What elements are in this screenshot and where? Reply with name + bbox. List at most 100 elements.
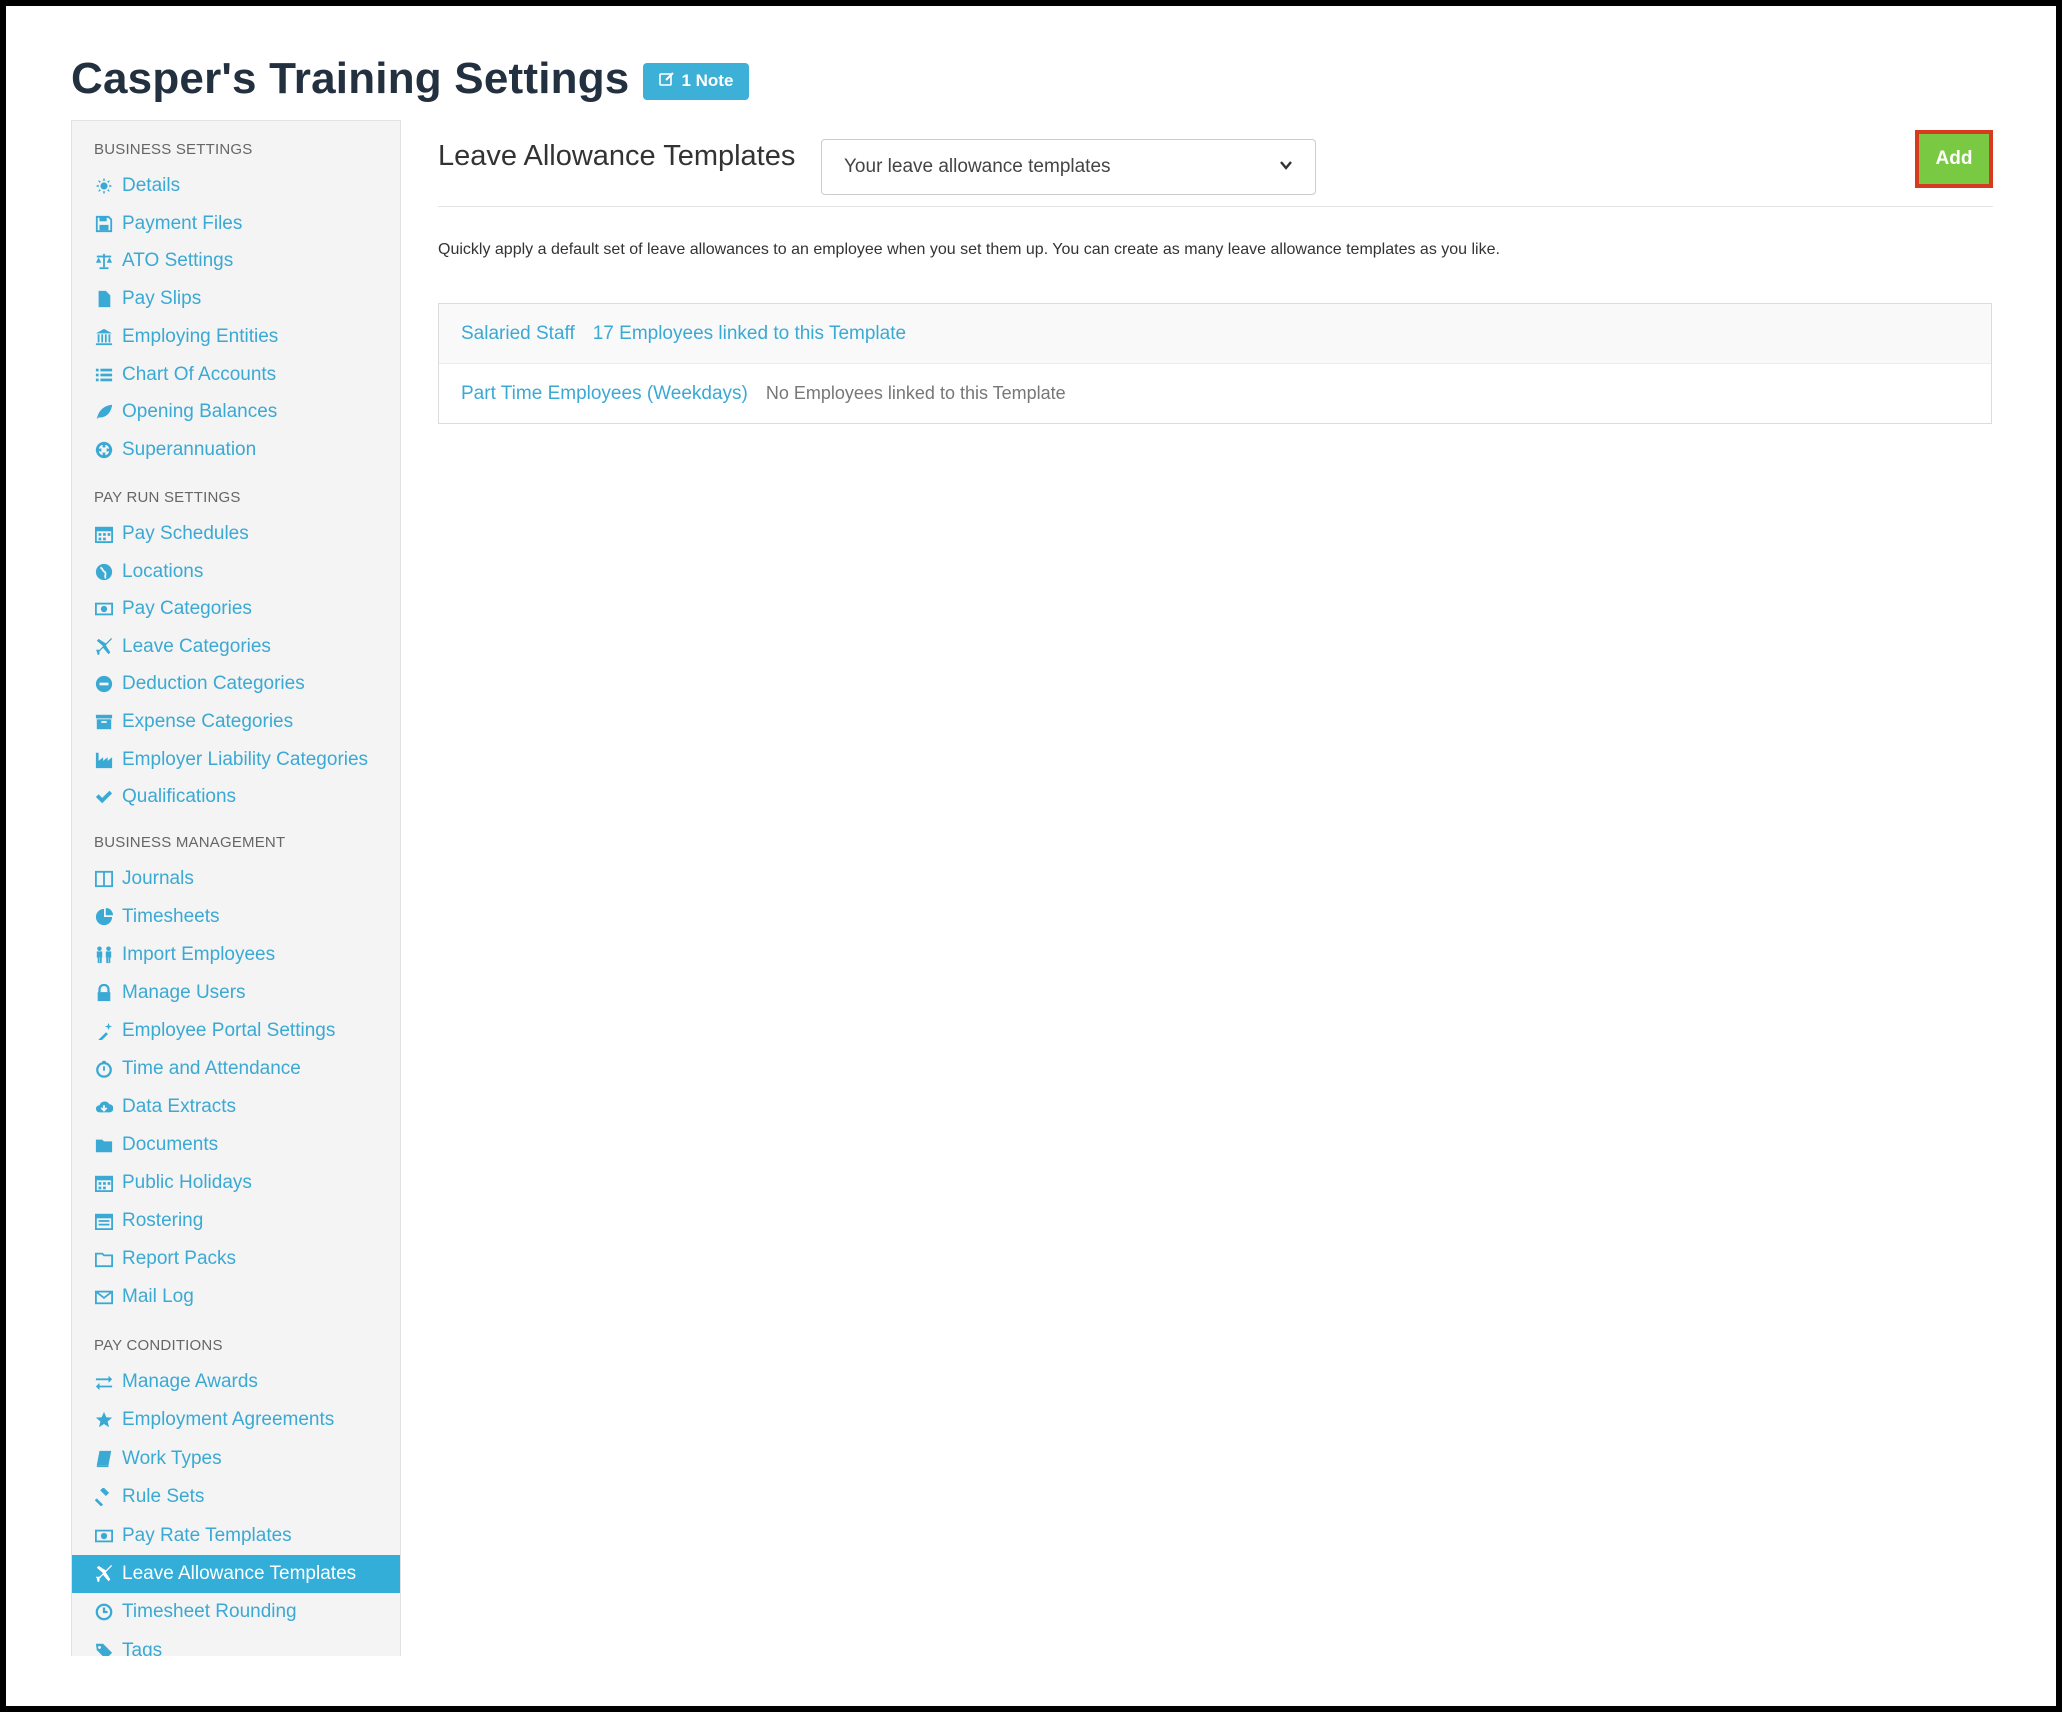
sidebar-item-label: Deduction Categories xyxy=(122,673,305,695)
sidebar-item-employer-liability-categories[interactable]: Employer Liability Categories xyxy=(72,741,400,779)
money-icon xyxy=(94,599,114,619)
sidebar-item-label: Employee Portal Settings xyxy=(122,1020,336,1041)
minus-circle-icon xyxy=(94,674,114,694)
sidebar-item-label: Superannuation xyxy=(122,438,257,460)
sidebar-item-expense-categories[interactable]: Expense Categories xyxy=(72,703,400,741)
sidebar-item-leave-categories[interactable]: Leave Categories xyxy=(72,628,400,666)
sidebar-item-label: Timesheet Rounding xyxy=(122,1601,297,1623)
sidebar-item-payment-files[interactable]: Payment Files xyxy=(72,205,400,243)
pie-chart-icon xyxy=(94,907,114,927)
linked-employees-count: 17 Employees linked to this Template xyxy=(592,322,907,344)
template-name-link[interactable]: Salaried Staff xyxy=(461,323,575,345)
sidebar-item-chart-of-accounts[interactable]: Chart Of Accounts xyxy=(72,356,400,394)
life-ring-icon xyxy=(94,440,114,460)
sidebar-item-pay-schedules[interactable]: Pay Schedules xyxy=(72,515,400,553)
sidebar-item-label: Journals xyxy=(122,868,194,889)
sidebar-item-employment-agreements[interactable]: Employment Agreements xyxy=(72,1401,400,1439)
sidebar-item-label: Pay Categories xyxy=(122,598,252,620)
sidebar-item-label: Employing Entities xyxy=(122,325,279,347)
sidebar-item-employing-entities[interactable]: Employing Entities xyxy=(72,318,400,356)
page-header: Casper's Training Settings 1 Note xyxy=(71,54,750,104)
sidebar-item-leave-allowance-templates[interactable]: Leave Allowance Templates xyxy=(72,1555,400,1593)
sidebar-item-rostering[interactable]: Rostering xyxy=(72,1202,400,1240)
sidebar-item-label: Leave Allowance Templates xyxy=(122,1563,357,1584)
sidebar-item-details[interactable]: Details xyxy=(72,167,400,205)
sidebar-item-label: Opening Balances xyxy=(122,401,278,423)
sidebar-item-label: Documents xyxy=(122,1134,219,1155)
sidebar-item-opening-balances[interactable]: Opening Balances xyxy=(72,393,400,431)
tag-icon xyxy=(94,1641,114,1656)
sidebar-item-mail-log[interactable]: Mail Log xyxy=(72,1278,400,1316)
template-select-value: Your leave allowance templates xyxy=(844,156,1111,177)
sidebar-item-pay-rate-templates[interactable]: Pay Rate Templates xyxy=(72,1517,400,1555)
template-list: Salaried Staff 17 Employees linked to th… xyxy=(438,303,1992,424)
sidebar-item-pay-slips[interactable]: Pay Slips xyxy=(72,280,400,318)
sidebar-item-qualifications[interactable]: Qualifications xyxy=(72,778,400,816)
main-header: Leave Allowance Templates Your leave all… xyxy=(438,128,1993,207)
sidebar-item-label: Timesheets xyxy=(122,906,220,927)
sidebar-item-time-and-attendance[interactable]: Time and Attendance xyxy=(72,1050,400,1088)
scales-icon xyxy=(94,251,114,271)
bank-icon xyxy=(94,327,114,347)
template-select[interactable]: Your leave allowance templates xyxy=(821,139,1316,195)
magic-wand-icon xyxy=(94,1021,114,1041)
sidebar-item-superannuation[interactable]: Superannuation xyxy=(72,431,400,469)
file-icon xyxy=(94,289,114,309)
template-row: Part Time Employees (Weekdays) No Employ… xyxy=(439,363,1991,423)
list-icon xyxy=(94,365,114,385)
gear-icon xyxy=(94,176,114,196)
sidebar-item-label: Rostering xyxy=(122,1210,204,1231)
floppy-disk-icon xyxy=(94,214,114,234)
folder-open-icon xyxy=(94,1249,114,1269)
sidebar-item-data-extracts[interactable]: Data Extracts xyxy=(72,1088,400,1126)
chevron-down-icon xyxy=(1279,156,1293,178)
sidebar-item-journals[interactable]: Journals xyxy=(72,860,400,898)
sidebar-item-label: Pay Rate Templates xyxy=(122,1524,292,1546)
sidebar-item-timesheets[interactable]: Timesheets xyxy=(72,898,400,936)
sidebar-item-tags[interactable]: Tags xyxy=(72,1632,400,1656)
note-badge[interactable]: 1 Note xyxy=(643,62,750,100)
calendar-icon xyxy=(94,1173,114,1193)
page-frame: Casper's Training Settings 1 Note Busine… xyxy=(6,6,2056,1706)
sidebar-section-header: Pay Run Settings xyxy=(94,489,241,506)
sidebar-item-rule-sets[interactable]: Rule Sets xyxy=(72,1478,400,1516)
sidebar-item-employee-portal-settings[interactable]: Employee Portal Settings xyxy=(72,1012,400,1050)
sidebar-item-label: Time and Attendance xyxy=(122,1058,301,1079)
sidebar-item-report-packs[interactable]: Report Packs xyxy=(72,1240,400,1278)
sidebar-item-label: Tags xyxy=(122,1639,163,1656)
plane-icon xyxy=(94,637,114,657)
sidebar-section-header: Business Management xyxy=(94,834,286,851)
calendar-grid-icon xyxy=(94,1211,114,1231)
sidebar-item-import-employees[interactable]: Import Employees xyxy=(72,936,400,974)
sidebar-item-label: Employment Agreements xyxy=(122,1409,335,1431)
sidebar-item-pay-categories[interactable]: Pay Categories xyxy=(72,590,400,628)
sidebar-item-deduction-categories[interactable]: Deduction Categories xyxy=(72,665,400,703)
sidebar-item-label: Work Types xyxy=(122,1447,222,1469)
sidebar-section-header: Pay Conditions xyxy=(94,1337,223,1354)
template-name-link[interactable]: Part Time Employees (Weekdays) xyxy=(461,383,748,405)
sidebar-item-public-holidays[interactable]: Public Holidays xyxy=(72,1164,400,1202)
sidebar-item-manage-awards[interactable]: Manage Awards xyxy=(72,1363,400,1401)
sidebar-item-label: Pay Slips xyxy=(122,288,202,310)
settings-sidebar: Business Settings Details Payment Files ATO… xyxy=(71,120,401,1656)
note-badge-label: 1 Note xyxy=(681,71,734,90)
section-heading: Leave Allowance Templates xyxy=(438,140,796,172)
sidebar-item-label: Employer Liability Categories xyxy=(122,748,369,770)
sidebar-item-locations[interactable]: Locations xyxy=(72,553,400,591)
sidebar-item-label: Public Holidays xyxy=(122,1172,252,1193)
sidebar-item-work-types[interactable]: Work Types xyxy=(72,1440,400,1478)
description-text: Quickly apply a default set of leave all… xyxy=(438,241,1500,258)
sidebar-item-label: Chart Of Accounts xyxy=(122,363,277,385)
plane-icon xyxy=(94,1564,114,1584)
sidebar-item-manage-users[interactable]: Manage Users xyxy=(72,974,400,1012)
sidebar-item-documents[interactable]: Documents xyxy=(72,1126,400,1164)
sidebar-item-timesheet-rounding[interactable]: Timesheet Rounding xyxy=(72,1593,400,1631)
exchange-icon xyxy=(94,1372,114,1392)
stopwatch-icon xyxy=(94,1059,114,1079)
star-icon xyxy=(94,1410,114,1430)
sidebar-item-ato-settings[interactable]: ATO Settings xyxy=(72,242,400,280)
lock-icon xyxy=(94,983,114,1003)
money-icon xyxy=(94,1526,114,1546)
folder-icon xyxy=(94,1135,114,1155)
add-button[interactable]: Add xyxy=(1915,130,1993,188)
